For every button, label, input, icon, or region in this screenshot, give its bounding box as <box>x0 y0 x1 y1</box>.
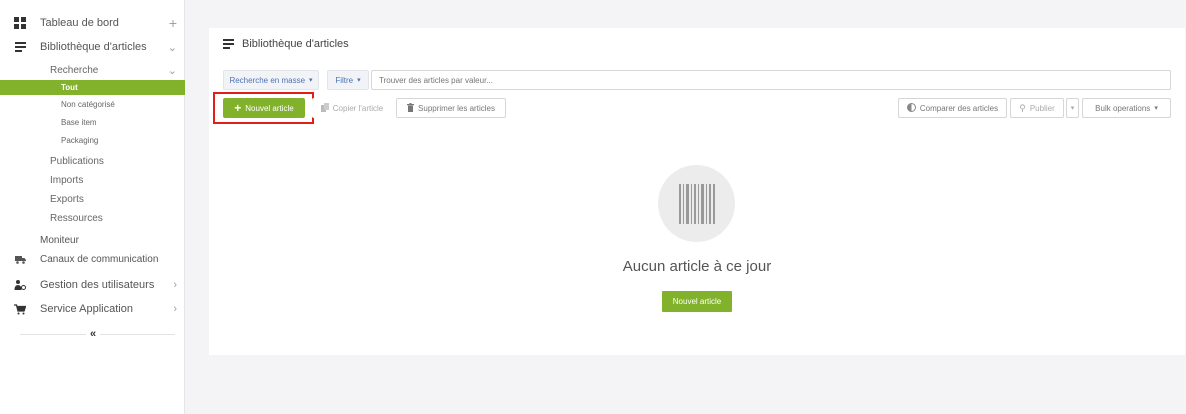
article-search-input[interactable] <box>371 70 1171 90</box>
trash-icon <box>407 102 415 114</box>
contrast-icon <box>906 102 916 114</box>
truck-icon <box>14 253 26 265</box>
caret-down-icon: ▾ <box>1154 105 1158 112</box>
cart-icon <box>14 303 26 315</box>
sidebar-item-label: Service Application <box>40 303 133 315</box>
sidebar-item-label: Gestion des utilisateurs <box>40 279 155 291</box>
sidebar-item-label: Tableau de bord <box>40 17 119 29</box>
article-library-panel: Bibliothèque d'articles Recherche en mas… <box>209 28 1185 355</box>
sidebar-item-label: Recherche <box>50 64 99 76</box>
delete-articles-button[interactable]: Supprimer les articles <box>396 98 506 118</box>
sidebar-item-label: Non catégorisé <box>61 100 115 109</box>
bulk-search-dropdown[interactable]: Recherche en masse ▾ <box>223 70 319 90</box>
copy-article-button[interactable]: Copier l'article <box>312 98 392 118</box>
caret-down-icon: ▾ <box>309 77 313 84</box>
chevron-right-icon: › <box>173 279 177 291</box>
sidebar-item-packaging[interactable]: Packaging <box>0 133 185 148</box>
sidebar-item-resources[interactable]: Ressources <box>0 210 185 226</box>
barcode-icon <box>678 183 715 224</box>
empty-state-new-article-button[interactable]: Nouvel article <box>662 291 732 312</box>
sidebar-item-label: Base item <box>61 118 97 127</box>
sidebar-item-label: Imports <box>50 174 84 186</box>
chevron-down-icon: ⌄ <box>167 41 177 54</box>
copy-icon <box>320 102 329 114</box>
chevron-down-icon: ⌄ <box>167 64 177 77</box>
sidebar-item-imports[interactable]: Imports <box>0 172 185 188</box>
compare-articles-label: Comparer des articles <box>919 103 999 113</box>
sidebar-item-label: Packaging <box>61 136 99 145</box>
bulk-search-label: Recherche en masse <box>229 75 306 85</box>
filter-dropdown[interactable]: Filtre ▾ <box>327 70 369 90</box>
sidebar-item-label: Publications <box>50 155 104 167</box>
publish-dropdown-toggle[interactable]: ▾ <box>1066 98 1079 118</box>
dashboard-grid-icon <box>14 17 26 29</box>
publish-label: Publier <box>1029 103 1055 113</box>
sidebar: Tableau de bord + Bibliothèque d'article… <box>0 0 185 414</box>
sidebar-item-uncategorized[interactable]: Non catégorisé <box>0 97 185 112</box>
caret-down-icon: ▾ <box>357 77 361 84</box>
sidebar-item-exports[interactable]: Exports <box>0 191 185 207</box>
list-icon <box>14 41 26 53</box>
sidebar-item-label: Exports <box>50 193 84 205</box>
page-title-text: Bibliothèque d'articles <box>242 38 349 50</box>
page-title: Bibliothèque d'articles <box>223 38 349 50</box>
sidebar-item-base-item[interactable]: Base item <box>0 115 185 130</box>
copy-article-label: Copier l'article <box>332 103 384 113</box>
empty-state-illustration <box>658 165 735 242</box>
sidebar-item-label: Ressources <box>50 212 103 224</box>
sidebar-item-search[interactable]: Recherche ⌄ <box>0 62 185 78</box>
chevron-right-icon: › <box>173 303 177 315</box>
highlight-box <box>213 92 314 124</box>
sidebar-item-user-management[interactable]: Gestion des utilisateurs › <box>0 276 185 294</box>
collapse-sidebar-button[interactable]: « <box>86 327 100 341</box>
filter-label: Filtre <box>335 75 354 85</box>
sidebar-item-label: Canaux de communication <box>40 253 159 265</box>
bulk-operations-dropdown[interactable]: Bulk operations ▾ <box>1082 98 1171 118</box>
sidebar-item-label: Bibliothèque d'articles <box>40 41 147 53</box>
sidebar-item-all[interactable]: Tout <box>0 80 185 95</box>
sidebar-item-monitor[interactable]: Moniteur <box>0 232 185 248</box>
delete-articles-label: Supprimer les articles <box>418 103 495 113</box>
publish-button[interactable]: ⚲ Publier <box>1010 98 1064 118</box>
bulk-operations-label: Bulk operations <box>1095 103 1151 113</box>
list-icon <box>223 39 234 49</box>
compare-articles-button[interactable]: Comparer des articles <box>898 98 1007 118</box>
sidebar-item-service-application[interactable]: Service Application › <box>0 300 185 318</box>
sidebar-item-label: Moniteur <box>40 234 79 246</box>
plus-icon[interactable]: + <box>169 15 177 31</box>
publish-icon: ⚲ <box>1019 102 1026 113</box>
sidebar-item-publications[interactable]: Publications <box>0 153 185 169</box>
sidebar-item-article-library[interactable]: Bibliothèque d'articles ⌄ <box>0 38 185 56</box>
caret-down-icon: ▾ <box>1070 105 1075 112</box>
sidebar-item-channels[interactable]: Canaux de communication <box>0 251 185 267</box>
users-icon <box>14 279 26 291</box>
sidebar-item-label: Tout <box>61 83 78 92</box>
empty-state-message: Aucun article à ce jour <box>622 258 772 275</box>
sidebar-item-dashboard[interactable]: Tableau de bord + <box>0 14 185 32</box>
